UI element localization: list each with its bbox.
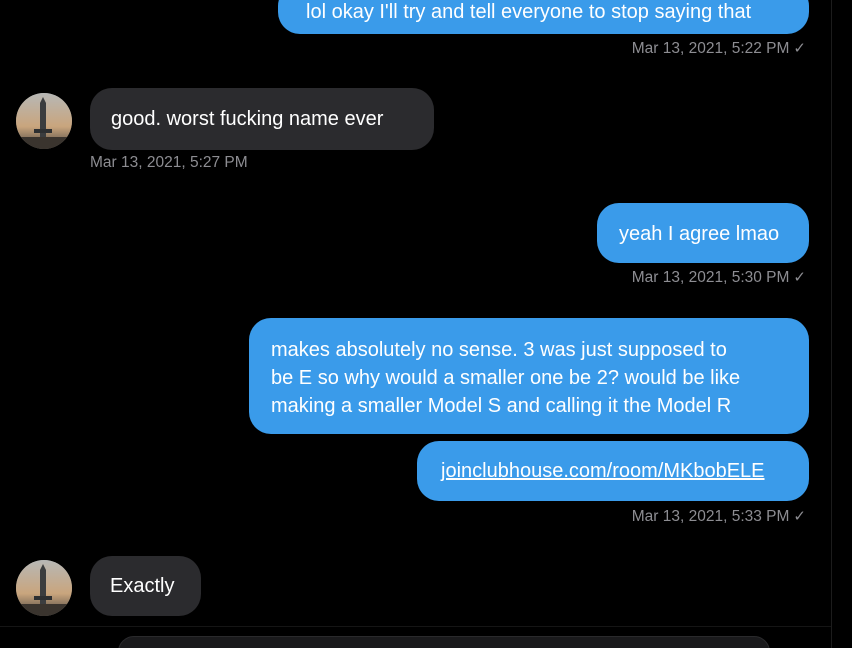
outgoing-message-bubble[interactable]: yeah I agree lmao: [597, 203, 809, 263]
rocket-avatar-icon: [16, 93, 72, 149]
contact-avatar[interactable]: [16, 93, 72, 149]
rocket-avatar-icon: [16, 560, 72, 616]
composer-divider: [0, 626, 832, 627]
message-line: makes absolutely no sense. 3 was just su…: [271, 339, 727, 361]
outgoing-message-bubble[interactable]: lol okay I'll try and tell everyone to s…: [278, 0, 809, 34]
message-line: be E so why would a smaller one be 2? wo…: [271, 367, 741, 389]
timestamp-text: Mar 13, 2021, 5:27 PM: [90, 154, 248, 171]
clubhouse-room-link[interactable]: joinclubhouse.com/room/MKbobELE: [441, 460, 765, 482]
message-line: making a smaller Model S and calling it …: [271, 395, 732, 417]
message-timestamp: Mar 13, 2021, 5:30 PM ✓: [632, 268, 806, 288]
read-check-icon: ✓: [793, 40, 806, 57]
message-timestamp: Mar 13, 2021, 5:33 PM ✓: [632, 507, 806, 527]
message-input[interactable]: [118, 636, 770, 648]
timestamp-text: Mar 13, 2021, 5:33 PM: [631, 508, 790, 525]
timestamp-text: Mar 13, 2021, 5:30 PM: [631, 269, 790, 286]
timestamp-text: Mar 13, 2021, 5:22 PM: [631, 40, 790, 57]
message-timestamp: Mar 13, 2021, 5:27 PM: [90, 153, 248, 173]
panel-divider: [831, 0, 832, 648]
read-check-icon: ✓: [793, 269, 806, 286]
message-text: Exactly: [110, 575, 175, 597]
message-text: lol okay I'll try and tell everyone to s…: [306, 1, 752, 23]
outgoing-message-bubble[interactable]: makes absolutely no sense. 3 was just su…: [249, 318, 809, 434]
contact-avatar[interactable]: [16, 560, 72, 616]
chat-screen: lol okay I'll try and tell everyone to s…: [0, 0, 852, 648]
incoming-message-bubble[interactable]: Exactly: [90, 556, 201, 616]
outgoing-link-bubble[interactable]: joinclubhouse.com/room/MKbobELE: [417, 441, 809, 501]
read-check-icon: ✓: [793, 508, 806, 525]
message-timestamp: Mar 13, 2021, 5:22 PM ✓: [632, 39, 806, 59]
incoming-message-bubble[interactable]: good. worst fucking name ever: [90, 88, 434, 150]
message-text: yeah I agree lmao: [619, 223, 780, 245]
message-text: good. worst fucking name ever: [111, 108, 384, 130]
